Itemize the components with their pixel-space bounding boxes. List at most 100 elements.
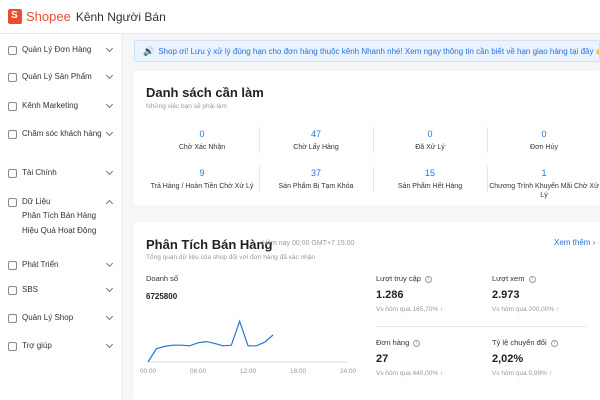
tag-icon [8, 102, 17, 111]
info-icon: i [550, 339, 558, 347]
info-icon: i [528, 275, 536, 283]
chevron-down-icon [105, 71, 114, 80]
metric-views[interactable]: Lượt xem i 2.973 Vs hôm qua 200,00% ↑ [492, 274, 600, 313]
revenue-label: Doanh số [146, 274, 179, 283]
arrow-up-icon: ↑ [548, 370, 552, 377]
brand-name: Shopee [26, 9, 71, 24]
metric-orders[interactable]: Đơn hàng i 27 Vs hôm qua 440,00% ↑ [376, 338, 484, 377]
see-more-label: Xem thêm [554, 238, 591, 247]
sidebar-item-finance[interactable]: Tài Chính [8, 167, 114, 178]
sidebar-item-label: Quản Lý Shop [22, 313, 74, 322]
todo-card: Danh sách cần làm Những việc bạn sẽ phải… [134, 71, 600, 205]
divider [376, 326, 586, 327]
divider [259, 127, 260, 153]
sidebar-item-label: SBS [22, 285, 39, 294]
metric-label: Lượt truy cập [376, 274, 421, 283]
todo-label: Đã Xử Lý [415, 144, 445, 151]
chevron-down-icon [105, 340, 114, 349]
todo-item-return-refund[interactable]: 9 Trả Hàng / Hoàn Tiền Chờ Xử Lý [146, 168, 258, 191]
sidebar-item-label: Quản Lý Đơn Hàng [22, 45, 92, 54]
todo-item-pending-pickup[interactable]: 47 Chờ Lấy Hàng [260, 129, 372, 152]
sidebar-item-label: Kênh Marketing [22, 101, 79, 110]
data-icon [8, 198, 17, 207]
shopee-bag-icon [8, 9, 22, 24]
sbs-icon [8, 286, 17, 295]
metric-value: 27 [376, 353, 389, 365]
see-more-link[interactable]: Xem thêm › [554, 238, 595, 247]
sidebar-item-help[interactable]: Trợ giúp [8, 340, 114, 351]
todo-count: 15 [424, 168, 435, 178]
metric-value: 2,02% [492, 353, 524, 365]
sales-analysis-card: Phân Tích Bán Hàng Hôm nay 00:00 GMT+7 1… [134, 222, 600, 400]
todo-label: Chương Trình Khuyến Mãi Chờ Xử Lý [489, 183, 599, 199]
speaker-icon: 🔊 [143, 45, 155, 56]
sidebar-subitem-performance[interactable]: Hiệu Quả Hoạt Động [22, 226, 96, 235]
todo-item-pending-confirm[interactable]: 0 Chờ Xác Nhận [146, 129, 258, 152]
todo-title: Danh sách cần làm [146, 85, 264, 100]
metric-compare: Vs hôm qua 440,00% [376, 370, 439, 377]
metric-compare: Vs hôm qua 200,00% [492, 306, 555, 313]
divider [487, 127, 488, 153]
chevron-down-icon [105, 167, 114, 176]
arrow-up-icon: ↑ [555, 306, 560, 313]
todo-item-pending-promo[interactable]: 1 Chương Trình Khuyến Mãi Chờ Xử Lý [488, 168, 600, 200]
top-header: Shopee Kênh Người Bán [0, 0, 600, 34]
divider [373, 127, 374, 153]
todo-label: Chờ Xác Nhận [178, 144, 226, 151]
sidebar-item-growth[interactable]: Phát Triển [8, 259, 114, 270]
growth-icon [8, 261, 17, 270]
sidebar-item-orders[interactable]: Quản Lý Đơn Hàng [8, 44, 114, 55]
sidebar-item-shop[interactable]: Quản Lý Shop [8, 312, 114, 323]
sidebar-item-label: Tài Chính [22, 168, 57, 177]
metric-label: Lượt xem [492, 274, 525, 283]
chevron-down-icon [105, 44, 114, 53]
sidebar-item-customer-care[interactable]: Chăm sóc khách hàng [8, 128, 114, 139]
metric-label: Tỷ lệ chuyển đổi [492, 338, 547, 347]
revenue-line-chart[interactable]: 00:00 06:00 12:00 18:00 24:00 [140, 300, 366, 378]
sidebar-subitem-sales-analysis[interactable]: Phân Tích Bán Hàng [22, 211, 96, 220]
finance-icon [8, 169, 17, 178]
sidebar: Quản Lý Đơn Hàng Quản Lý Sản Phẩm Kênh M… [0, 34, 122, 400]
divider [487, 166, 488, 192]
shop-icon [8, 314, 17, 323]
x-tick-label: 24:00 [340, 368, 357, 375]
todo-subtitle: Những việc bạn sẽ phải làm [146, 103, 227, 110]
todo-label: Sản Phẩm Hết Hàng [397, 183, 463, 190]
notice-banner[interactable]: 🔊 Shop ơi! Lưu ý xử lý đúng hạn cho đơn … [134, 40, 600, 62]
divider [373, 166, 374, 192]
sidebar-item-sbs[interactable]: SBS [8, 284, 114, 295]
todo-count: 9 [199, 168, 205, 178]
help-icon [8, 342, 17, 351]
revenue-series-line [147, 319, 274, 363]
sales-title: Phân Tích Bán Hàng [146, 237, 273, 252]
chevron-down-icon [105, 284, 114, 293]
sidebar-item-data[interactable]: Dữ Liệu [8, 196, 114, 208]
todo-item-out-of-stock[interactable]: 15 Sản Phẩm Hết Hàng [374, 168, 486, 191]
x-tick-label: 06:00 [190, 368, 207, 375]
metric-value: 2.973 [492, 289, 520, 301]
todo-item-cancelled[interactable]: 0 Đơn Hủy [488, 129, 600, 152]
sidebar-item-marketing[interactable]: Kênh Marketing [8, 100, 114, 111]
sidebar-item-label: Trợ giúp [22, 341, 52, 350]
sidebar-item-label: Phát Triển [22, 260, 59, 269]
sidebar-item-label: Dữ Liệu [22, 197, 51, 206]
sidebar-item-products[interactable]: Quản Lý Sản Phẩm [8, 71, 114, 82]
shopee-logo[interactable]: Shopee Kênh Người Bán [8, 9, 166, 24]
todo-count: 37 [310, 168, 321, 178]
metric-compare: Vs hôm qua 165,70% [376, 306, 439, 313]
todo-count: 47 [310, 129, 321, 139]
todo-label: Chờ Lấy Hàng [293, 144, 339, 151]
notice-text: Shop ơi! Lưu ý xử lý đúng hạn cho đơn hà… [158, 46, 600, 56]
metric-label: Đơn hàng [376, 338, 410, 347]
chevron-right-icon: › [592, 238, 596, 247]
todo-count: 1 [541, 168, 547, 178]
metric-conversion[interactable]: Tỷ lệ chuyển đổi i 2,02% Vs hôm qua 0,99… [492, 338, 600, 377]
metric-visits[interactable]: Lượt truy cập i 1.286 Vs hôm qua 165,70%… [376, 274, 484, 313]
info-icon: i [425, 275, 433, 283]
todo-item-processed[interactable]: 0 Đã Xử Lý [374, 129, 486, 152]
todo-item-locked-products[interactable]: 37 Sản Phẩm Bị Tạm Khóa [260, 168, 372, 191]
chevron-down-icon [105, 128, 114, 137]
todo-label: Đơn Hủy [530, 144, 558, 151]
chevron-down-icon [105, 259, 114, 268]
chevron-down-icon [105, 312, 114, 321]
